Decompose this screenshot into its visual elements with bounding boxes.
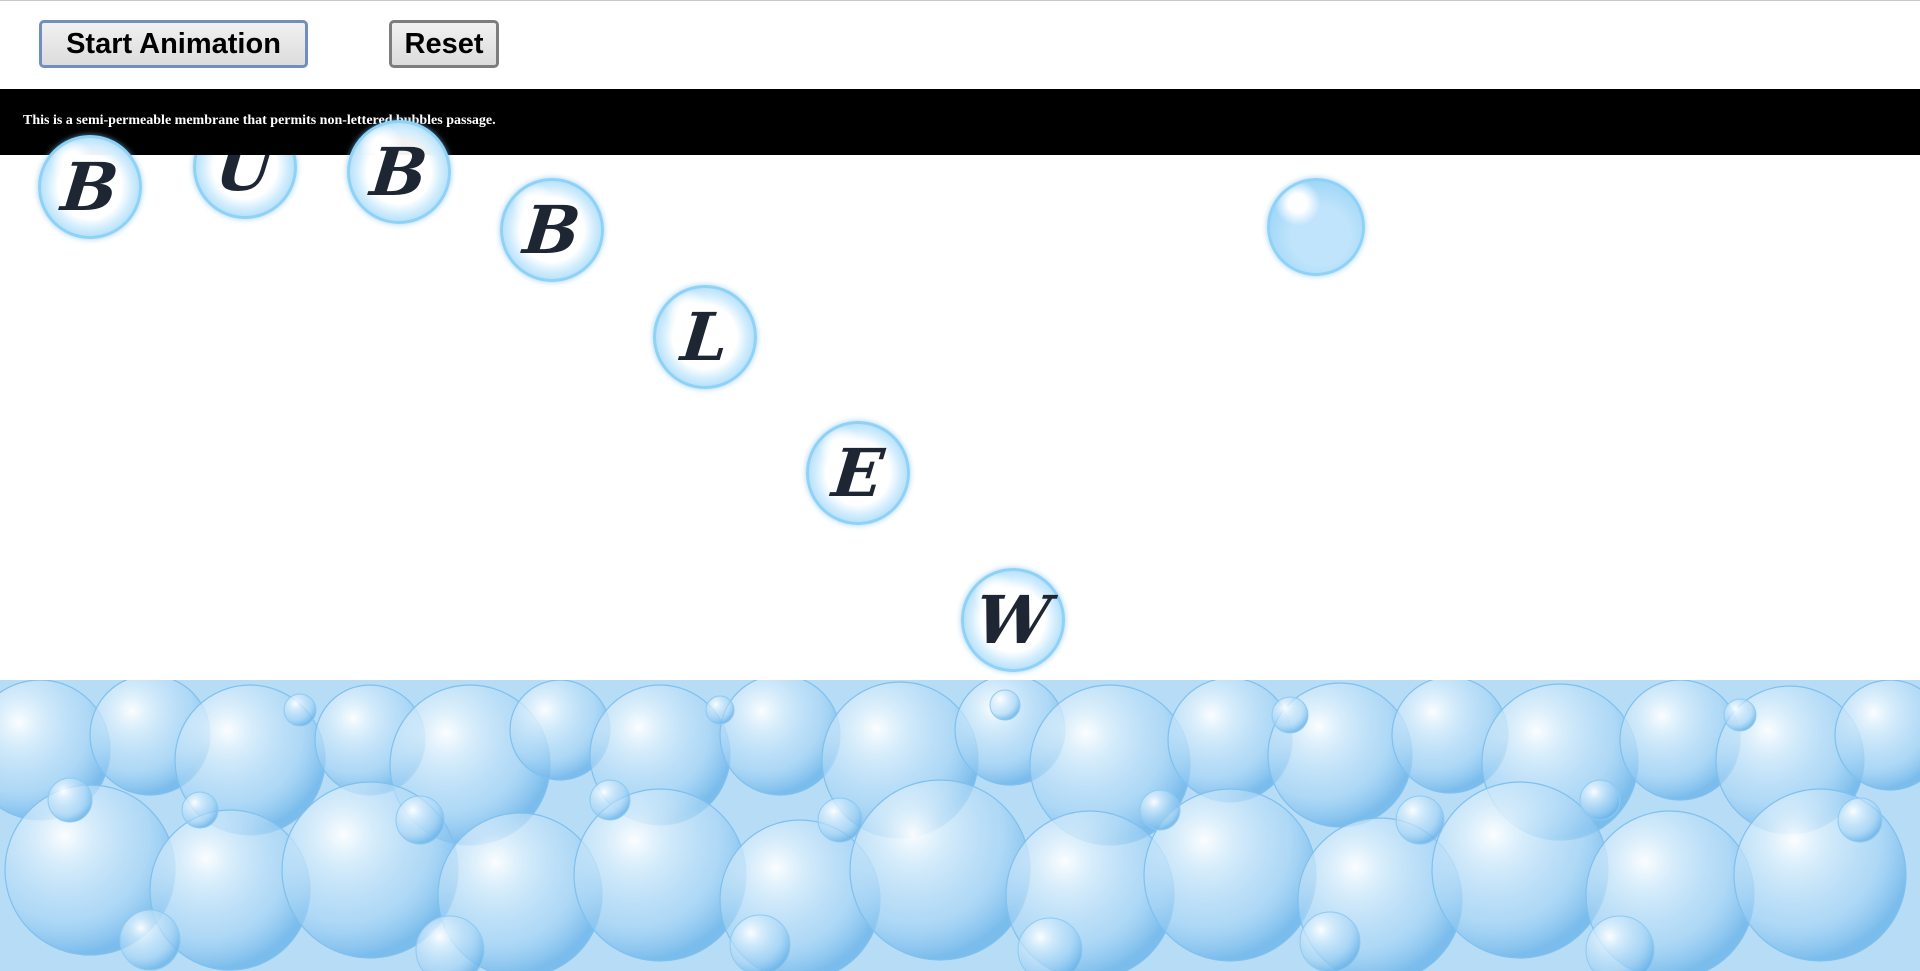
- foam-illustration: [0, 680, 1920, 971]
- letter-bubble-l: L: [653, 285, 757, 389]
- bubble-letter: B: [366, 133, 431, 211]
- bubble-foam-background: [0, 680, 1920, 971]
- reset-button[interactable]: Reset: [389, 20, 499, 68]
- bubble-letter: L: [677, 298, 733, 376]
- bubble-letter: B: [519, 191, 584, 269]
- bubble-letter: B: [57, 148, 122, 226]
- semi-permeable-membrane: This is a semi-permeable membrane that p…: [0, 89, 1920, 155]
- letter-bubble-e: E: [806, 421, 910, 525]
- start-animation-button[interactable]: Start Animation: [39, 20, 308, 68]
- letter-bubble-b3: B: [500, 178, 604, 282]
- letter-bubble-b1: B: [38, 135, 142, 239]
- letter-bubble-w: W: [961, 568, 1065, 672]
- top-border: [0, 0, 1920, 1]
- letter-bubble-b2: B: [347, 120, 451, 224]
- bubble-letter: E: [828, 434, 888, 512]
- bubble-letter: W: [971, 581, 1055, 659]
- plain-bubble: [1267, 178, 1365, 276]
